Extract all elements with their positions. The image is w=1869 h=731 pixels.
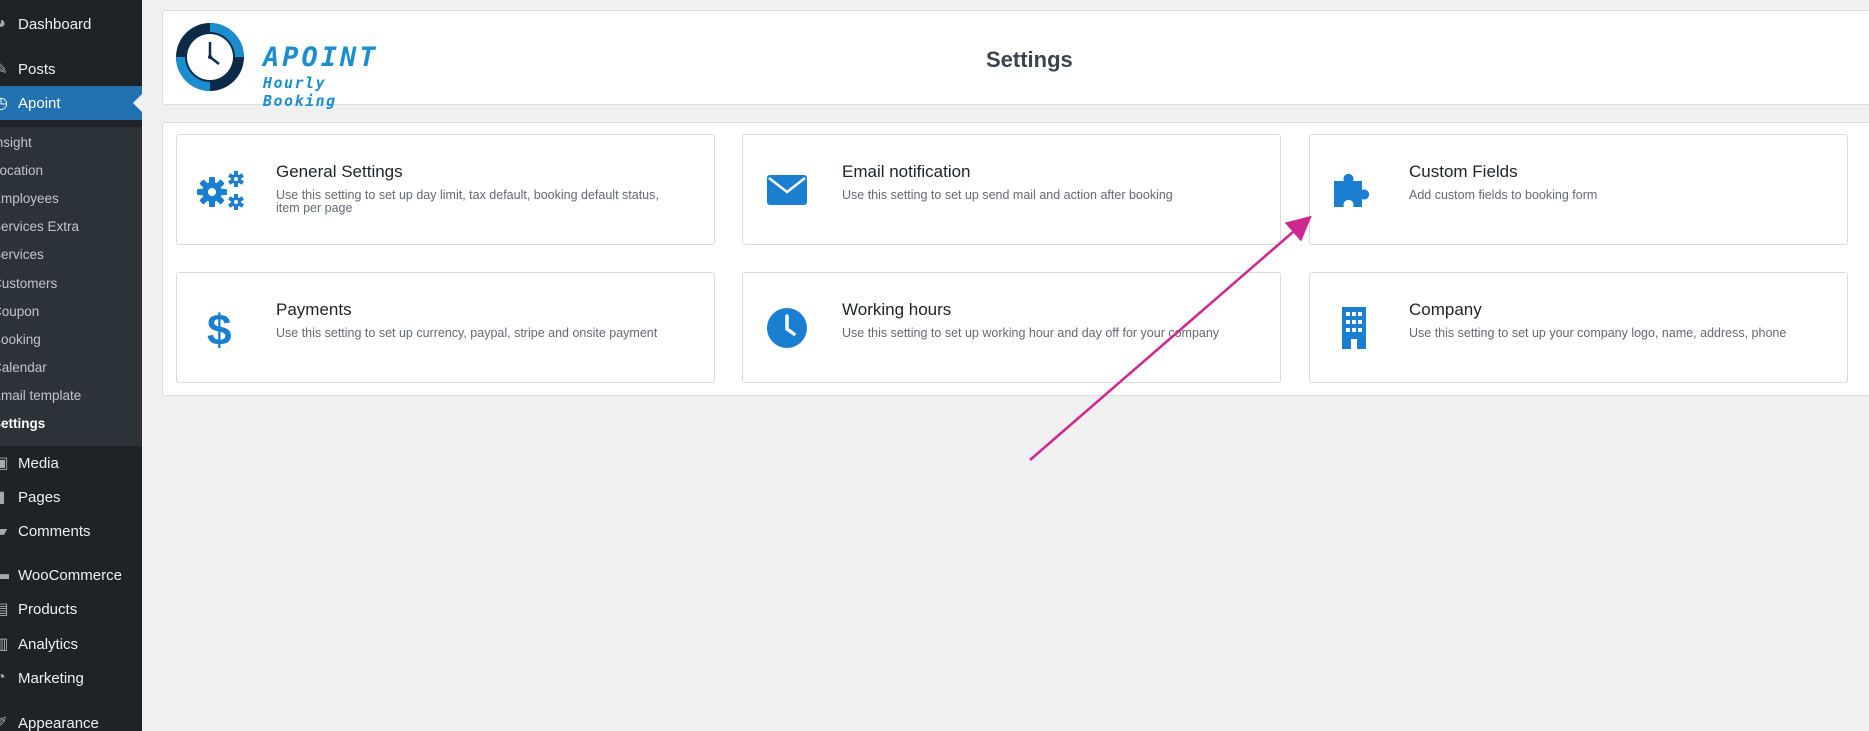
settings-header: APOINT Hourly Booking Settings <box>162 10 1869 110</box>
sidebar-item-dashboard[interactable]: ◕ Dashboard <box>0 7 142 41</box>
bar-chart-icon: ▥ <box>0 636 9 653</box>
submenu-item-insight[interactable]: Insight <box>0 135 32 150</box>
card-description: Use this setting to set up day limit, ta… <box>276 188 659 215</box>
admin-sidebar: ◕ Dashboard ✎ Posts ◷ Apoint Insight Loc… <box>0 0 142 731</box>
media-icon: ▣ <box>0 455 9 472</box>
sidebar-item-products[interactable]: ▤ Products <box>0 592 142 626</box>
settings-cards-panel: General Settings Use this setting to set… <box>162 122 1869 396</box>
submenu-item-calendar[interactable]: Calendar <box>0 360 47 375</box>
dollar-icon: $ <box>195 303 247 355</box>
card-custom-fields[interactable]: Custom Fields Add custom fields to booki… <box>1309 134 1848 245</box>
sidebar-item-appearance[interactable]: ✐ Appearance <box>0 706 142 731</box>
submenu-item-services-extra[interactable]: Services Extra <box>0 219 79 234</box>
dashboard-icon: ◕ <box>0 15 6 32</box>
submenu-item-customers[interactable]: Customers <box>0 276 57 291</box>
card-title: Payments <box>276 300 352 319</box>
submenu-item-location[interactable]: Location <box>0 163 43 178</box>
envelope-icon <box>761 165 813 215</box>
sidebar-item-apoint[interactable]: ◷ Apoint <box>0 86 142 120</box>
svg-text:$: $ <box>207 306 231 353</box>
brush-icon: ✐ <box>0 715 8 731</box>
submenu-item-booking[interactable]: Booking <box>0 332 41 347</box>
pin-icon: ✎ <box>0 61 8 78</box>
brand-name: APOINT <box>263 42 379 73</box>
clock-icon: ◷ <box>0 95 8 112</box>
card-description: Use this setting to set up send mail and… <box>842 188 1173 202</box>
card-title: Email notification <box>842 162 971 181</box>
card-description: Add custom fields to booking form <box>1409 188 1598 202</box>
puzzle-icon <box>1328 165 1380 215</box>
sidebar-item-analytics[interactable]: ▥ Analytics <box>0 627 142 661</box>
submenu-item-settings[interactable]: Settings <box>0 416 45 431</box>
sidebar-item-marketing[interactable]: ◔ Marketing <box>0 661 142 695</box>
submenu-item-employees[interactable]: Employees <box>0 191 59 206</box>
card-title: Custom Fields <box>1409 162 1518 181</box>
submenu-item-coupon[interactable]: Coupon <box>0 304 39 319</box>
card-title: General Settings <box>276 162 403 181</box>
archive-icon: ▤ <box>0 601 9 618</box>
card-working-hours[interactable]: Working hours Use this setting to set up… <box>742 272 1281 383</box>
sidebar-item-woocommerce[interactable]: ▬ WooCommerce <box>0 558 142 592</box>
megaphone-icon: ◔ <box>0 669 6 686</box>
brand-tagline: Hourly Booking <box>263 74 337 110</box>
card-general-settings[interactable]: General Settings Use this setting to set… <box>176 134 715 245</box>
apoint-logo: APOINT Hourly Booking <box>173 20 403 110</box>
submenu-item-email-template[interactable]: Email template <box>0 388 81 403</box>
page-icon: ▮ <box>0 489 6 506</box>
card-description: Use this setting to set up your company … <box>1409 326 1787 340</box>
clock-logo-icon <box>176 23 244 91</box>
card-title: Working hours <box>842 300 952 319</box>
card-description: Use this setting to set up working hour … <box>842 326 1220 340</box>
card-company[interactable]: Company Use this setting to set up your … <box>1309 272 1848 383</box>
sidebar-item-media[interactable]: ▣ Media <box>0 446 142 480</box>
apoint-submenu: Insight Location Employees Services Extr… <box>0 127 142 446</box>
page-title: Settings <box>986 47 1073 72</box>
building-icon <box>1328 303 1380 353</box>
comment-icon: ▰ <box>0 523 8 540</box>
submenu-item-services[interactable]: Services <box>0 247 44 262</box>
gears-icon <box>195 165 247 215</box>
card-payments[interactable]: $ Payments Use this setting to set up cu… <box>176 272 715 383</box>
card-email-notification[interactable]: Email notification Use this setting to s… <box>742 134 1281 245</box>
sidebar-item-posts[interactable]: ✎ Posts <box>0 52 142 86</box>
sidebar-item-comments[interactable]: ▰ Comments <box>0 514 142 548</box>
card-title: Company <box>1409 300 1482 319</box>
sidebar-item-pages[interactable]: ▮ Pages <box>0 480 142 514</box>
woocommerce-icon: ▬ <box>0 566 9 583</box>
clock-icon <box>761 303 813 353</box>
card-description: Use this setting to set up currency, pay… <box>276 326 658 340</box>
